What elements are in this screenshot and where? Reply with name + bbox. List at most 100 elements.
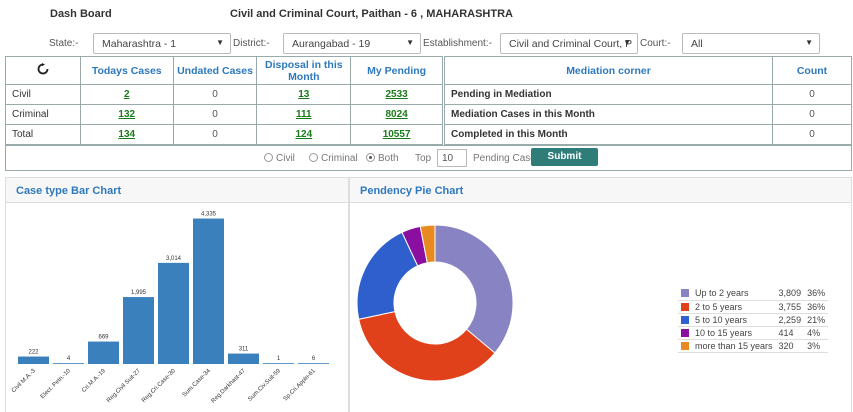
submit-button[interactable]: Submit xyxy=(531,148,598,166)
bar-data-label: 1,995 xyxy=(131,290,147,296)
pie-legend: Up to 2 years 3,809 36% 2 to 5 years 3,755 36… xyxy=(678,287,829,353)
pie-chart xyxy=(356,224,514,382)
col-undated-cases: Undated Cases xyxy=(172,56,258,85)
bar-category-label: Reg.Cri.Case-30 xyxy=(141,368,177,404)
legend-row: 5 to 10 years 2,259 21% xyxy=(678,313,829,327)
bar-category-label: Elect. Petn.-10 xyxy=(40,368,73,401)
bar-mark[interactable] xyxy=(18,356,49,364)
court-name: Civil and Criminal Court, Paithan - 6 , … xyxy=(230,8,513,20)
radio-both-dot xyxy=(366,153,375,162)
disposal-link[interactable]: 13 xyxy=(256,84,352,105)
bar-category-label: Sum.Civ.Suit-59 xyxy=(247,368,282,403)
table-row: Civil 2 0 13 2533 xyxy=(5,84,443,105)
mediation-count: 0 xyxy=(772,84,852,105)
mediation-label: Completed in this Month xyxy=(444,124,773,145)
bar-category-label: Reg.Civil Suit-27 xyxy=(106,368,142,404)
legend-value: 320 xyxy=(775,339,805,353)
legend-swatch xyxy=(678,313,692,327)
pending-link[interactable]: 10557 xyxy=(350,124,443,145)
state-label: State:- xyxy=(49,38,79,49)
disposal-link[interactable]: 124 xyxy=(256,124,352,145)
establishment-select[interactable]: Civil and Criminal Court, P ▼ xyxy=(500,33,638,54)
legend-label: 2 to 5 years xyxy=(692,300,776,314)
bar-data-label: 1 xyxy=(277,356,281,362)
mediation-label: Pending in Mediation xyxy=(444,84,773,105)
legend-label: 5 to 10 years xyxy=(692,313,776,327)
district-value: Aurangabad - 19 xyxy=(292,38,371,50)
radio-civil-label: Civil xyxy=(276,153,295,164)
undated-cases-value: 0 xyxy=(172,84,258,105)
todays-cases-link[interactable]: 2 xyxy=(79,84,174,105)
legend-swatch xyxy=(678,326,692,340)
bar-data-label: 4,335 xyxy=(201,212,217,218)
legend-label: more than 15 years xyxy=(692,339,776,353)
chevron-down-icon: ▼ xyxy=(406,38,414,47)
radio-criminal-label: Criminal xyxy=(321,153,358,164)
top-count-input[interactable]: 10 xyxy=(437,149,467,167)
col-todays-cases: Todays Cases xyxy=(79,56,174,85)
legend-label: 10 to 15 years xyxy=(692,326,776,340)
mediation-label: Mediation Cases in this Month xyxy=(444,104,773,125)
legend-percent: 36% xyxy=(804,300,829,314)
legend-swatch xyxy=(678,287,692,301)
bar-mark[interactable] xyxy=(228,353,259,364)
bar-chart-area: 222 Civil M.A.-3 4 Elect. Petn.-10 669 Cri.M.… xyxy=(5,203,349,412)
legend-percent: 3% xyxy=(804,339,829,353)
table-row: Mediation Cases in this Month 0 xyxy=(444,104,852,125)
bar-category-label: Civil M.A.-3 xyxy=(11,368,37,394)
establishment-value: Civil and Criminal Court, P xyxy=(509,38,633,50)
bar-chart-panel-title: Case type Bar Chart xyxy=(5,177,349,203)
bar-mark[interactable] xyxy=(123,297,154,364)
legend-label: Up to 2 years xyxy=(692,287,776,301)
radio-both[interactable]: Both xyxy=(366,153,399,164)
table-row: Total 134 0 124 10557 xyxy=(5,124,443,145)
state-select[interactable]: Maharashtra - 1 ▼ xyxy=(93,33,231,54)
bar-mark[interactable] xyxy=(53,363,84,364)
refresh-button[interactable] xyxy=(5,56,81,85)
bar-mark[interactable] xyxy=(298,363,329,364)
radio-civil-dot xyxy=(264,153,273,162)
count-header: Count xyxy=(772,56,852,85)
radio-civil[interactable]: Civil xyxy=(264,153,295,164)
todays-cases-link[interactable]: 134 xyxy=(79,124,174,145)
court-select[interactable]: All ▼ xyxy=(682,33,820,54)
chevron-down-icon: ▼ xyxy=(623,38,631,47)
todays-cases-link[interactable]: 132 xyxy=(79,104,174,125)
bar-chart: 222 Civil M.A.-3 4 Elect. Petn.-10 669 Cri.M.… xyxy=(11,212,329,404)
pending-link[interactable]: 2533 xyxy=(350,84,443,105)
legend-value: 3,809 xyxy=(775,287,805,301)
legend-row: 2 to 5 years 3,755 36% xyxy=(678,300,829,314)
undated-cases-value: 0 xyxy=(172,124,258,145)
disposal-link[interactable]: 111 xyxy=(256,104,352,125)
page-title: Dash Board xyxy=(50,8,112,20)
filter-bar: State:- Maharashtra - 1 ▼ District:- Aura… xyxy=(0,33,853,55)
court-label: Court:- xyxy=(640,38,671,49)
bar-data-label: 222 xyxy=(28,350,39,356)
pending-link[interactable]: 8024 xyxy=(350,104,443,125)
col-my-pending: My Pending xyxy=(350,56,443,85)
radio-criminal-dot xyxy=(309,153,318,162)
court-value: All xyxy=(691,38,703,50)
legend-row: more than 15 years 320 3% xyxy=(678,339,829,353)
legend-percent: 36% xyxy=(804,287,829,301)
district-select[interactable]: Aurangabad - 19 ▼ xyxy=(283,33,421,54)
pie-slice[interactable] xyxy=(434,224,514,354)
mediation-header: Mediation corner xyxy=(444,56,773,85)
legend-row: 10 to 15 years 414 4% xyxy=(678,326,829,340)
legend-percent: 4% xyxy=(804,326,829,340)
radio-criminal[interactable]: Criminal xyxy=(309,153,358,164)
bar-mark[interactable] xyxy=(193,218,224,364)
radio-both-label: Both xyxy=(378,153,399,164)
bar-category-label: Cri.M.A.-19 xyxy=(81,368,107,394)
mediation-count: 0 xyxy=(772,124,852,145)
legend-value: 3,755 xyxy=(775,300,805,314)
row-label: Total xyxy=(5,124,81,145)
chevron-down-icon: ▼ xyxy=(216,38,224,47)
bar-mark[interactable] xyxy=(158,262,189,364)
mediation-count: 0 xyxy=(772,104,852,125)
bar-mark[interactable] xyxy=(263,363,294,364)
establishment-label: Establishment:- xyxy=(423,38,492,49)
bar-mark[interactable] xyxy=(88,341,119,364)
legend-row: Up to 2 years 3,809 36% xyxy=(678,287,829,301)
bar-data-label: 3,014 xyxy=(166,256,182,262)
